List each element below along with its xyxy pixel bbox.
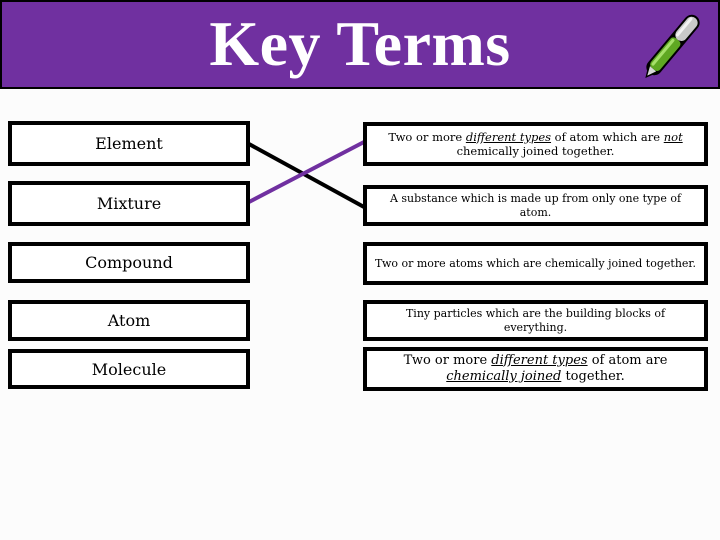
definition-1[interactable]: Two or more different types of atom whic…	[363, 122, 708, 166]
term-mixture[interactable]: Mixture	[8, 181, 250, 226]
term-label: Atom	[107, 311, 151, 330]
connector-element-to-definition-2	[248, 142, 365, 209]
definition-text: Two or more atoms which are chemically j…	[375, 256, 696, 270]
definition-text: Tiny particles which are the building bl…	[405, 306, 666, 334]
definition-text: Two or more different types of atom whic…	[388, 129, 683, 158]
term-label: Mixture	[96, 194, 162, 213]
definition-3[interactable]: Two or more atoms which are chemically j…	[363, 242, 708, 285]
term-molecule[interactable]: Molecule	[8, 349, 250, 389]
term-element[interactable]: Element	[8, 121, 250, 166]
term-atom[interactable]: Atom	[8, 300, 250, 341]
definition-5[interactable]: Two or more different types of atom are …	[363, 347, 708, 391]
definition-text: Two or more different types of atom are …	[403, 352, 668, 384]
term-compound[interactable]: Compound	[8, 242, 250, 283]
definition-text: A substance which is made up from only o…	[389, 191, 682, 219]
definition-4[interactable]: Tiny particles which are the building bl…	[363, 300, 708, 341]
term-label: Molecule	[91, 359, 167, 379]
connector-mixture-to-definition-1	[248, 140, 365, 204]
definition-2[interactable]: A substance which is made up from only o…	[363, 185, 708, 226]
term-label: Compound	[85, 253, 173, 272]
term-label: Element	[95, 134, 163, 153]
